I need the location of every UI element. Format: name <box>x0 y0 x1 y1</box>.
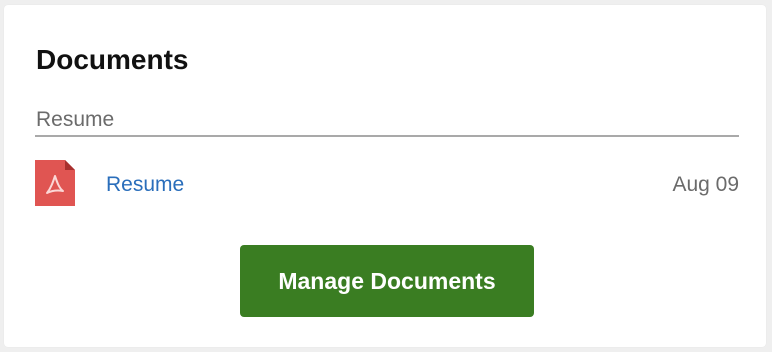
manage-documents-button[interactable]: Manage Documents <box>240 245 534 317</box>
section-divider <box>35 135 739 137</box>
documents-card: Documents Resume Resume Aug 09 Manage Do… <box>4 5 766 347</box>
document-row: Resume Aug 09 <box>35 160 739 210</box>
card-title: Documents <box>36 44 189 75</box>
document-date: Aug 09 <box>672 173 739 196</box>
document-link-resume[interactable]: Resume <box>106 172 184 198</box>
section-label: Resume <box>36 108 115 131</box>
pdf-file-icon <box>35 160 75 206</box>
